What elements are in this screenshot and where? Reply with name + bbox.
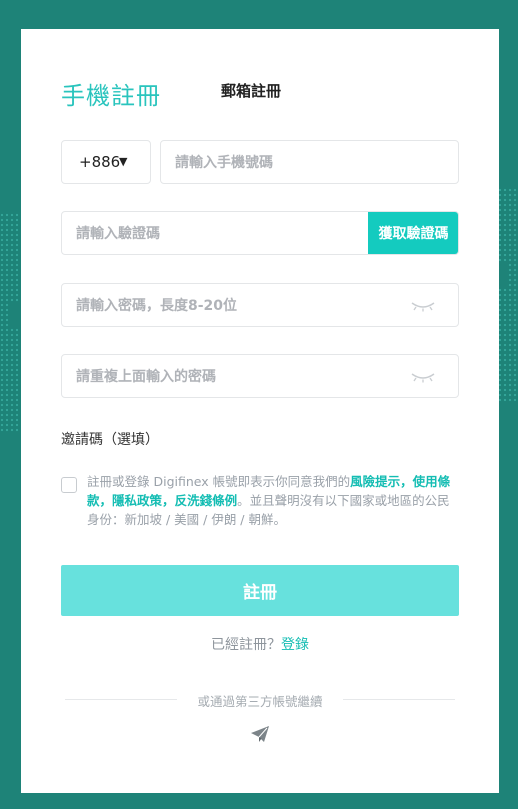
eye-closed-icon[interactable] [410,370,436,384]
register-card: 手機註冊 郵箱註冊 +886 ▼ 請輸入手機號碼 請輸入驗證碼 獲取驗證碼 請輸… [21,29,499,793]
password-input[interactable]: 請輸入密碼，長度8-20位 [61,283,459,327]
password-placeholder: 請輸入密碼，長度8-20位 [76,298,238,314]
login-link[interactable]: 登錄 [281,637,309,653]
verification-code-input[interactable]: 請輸入驗證碼 獲取驗證碼 [61,211,459,255]
caret-down-icon: ▼ [119,155,128,168]
phone-placeholder: 請輸入手機號碼 [175,155,273,171]
eye-closed-icon[interactable] [410,299,436,313]
privacy-policy-link[interactable]: 隱私政策 [112,493,162,508]
verification-placeholder: 請輸入驗證碼 [76,226,160,242]
phone-input[interactable]: 請輸入手機號碼 [160,140,459,184]
tab-email-register[interactable]: 郵箱註冊 [221,80,281,101]
agree-terms-checkbox[interactable] [61,477,77,493]
get-verification-code-button[interactable]: 獲取驗證碼 [368,212,458,254]
third-party-divider: 或通過第三方帳號繼續 [61,691,459,709]
register-button[interactable]: 註冊 [61,565,459,616]
terms-separator: ， [162,493,175,508]
divider-line [343,699,455,700]
confirm-password-input[interactable]: 請重複上面輸入的密碼 [61,354,459,398]
terms-prefix: 註冊或登錄 Digifinex 帳號即表示你同意我們的 [87,474,351,489]
invite-code-toggle[interactable]: 邀請碼（選填） [61,429,159,449]
risk-disclosure-link[interactable]: 風險提示 [350,474,400,489]
third-party-label: 或通過第三方帳號繼續 [197,694,323,709]
terms-separator: ， [400,474,413,489]
login-prompt-row: 已經註冊？登錄 [21,634,499,654]
aml-policy-link[interactable]: 反洗錢條例 [175,493,238,508]
terms-text: 註冊或登錄 Digifinex 帳號即表示你同意我們的風險提示，使用條款，隱私政… [87,472,457,529]
tab-phone-register[interactable]: 手機註冊 [61,76,161,111]
country-code-select[interactable]: +886 ▼ [61,140,151,184]
terms-separator: ， [99,493,113,508]
country-code-value: +886 [79,153,121,171]
login-prompt: 已經註冊？ [211,637,281,653]
telegram-icon[interactable] [249,723,271,745]
confirm-password-placeholder: 請重複上面輸入的密碼 [76,369,216,385]
